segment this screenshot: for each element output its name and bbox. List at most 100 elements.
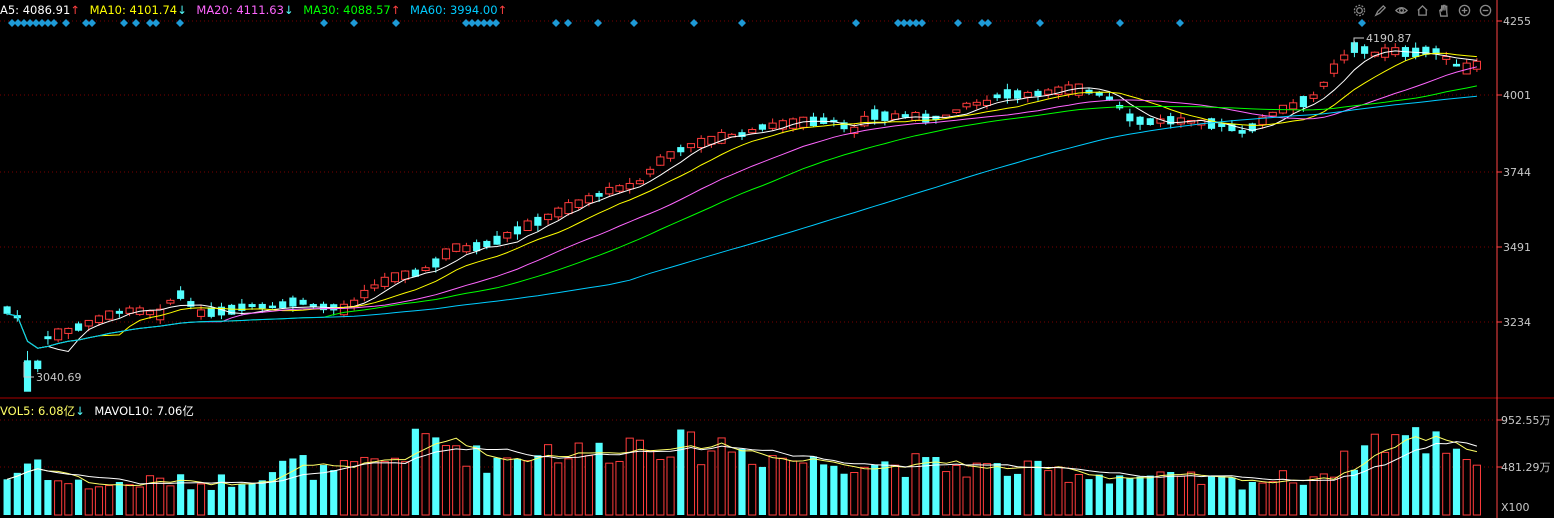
candle-body [543, 213, 553, 221]
candle-body [554, 207, 563, 218]
volume-bar [1452, 448, 1461, 515]
candle-body [523, 220, 532, 232]
event-marker [630, 19, 638, 27]
candle-body [258, 303, 266, 309]
volume-bar [666, 456, 675, 516]
event-marker [120, 19, 128, 27]
candle-body [615, 185, 624, 192]
volume-bar [1116, 475, 1124, 515]
volume-bar [238, 484, 246, 515]
candle-body [483, 240, 491, 248]
event-marker [984, 19, 992, 27]
price-tick-label: 3491 [1503, 241, 1531, 254]
candle-body [34, 360, 42, 370]
candle-body [1309, 94, 1318, 99]
volume-bar [207, 489, 215, 515]
volume-bar [758, 466, 766, 515]
candle-body [370, 284, 379, 289]
volume-bar [309, 479, 317, 515]
price-tick-label: 4255 [1503, 15, 1531, 28]
volume-bar [1238, 489, 1246, 515]
volume-bar [901, 476, 909, 515]
candle-body [758, 124, 766, 130]
volume-bar [717, 437, 726, 516]
event-marker [492, 19, 500, 27]
candle-body [871, 109, 879, 120]
volume-bar [135, 486, 144, 516]
candle-body [54, 328, 63, 341]
candle-body [922, 113, 930, 123]
ma5-line [6, 50, 1477, 353]
volume-bar [1156, 471, 1165, 516]
volume-bar [441, 445, 451, 516]
volume-bar [411, 428, 419, 515]
volume-bar [615, 460, 624, 516]
candle-body [380, 276, 389, 287]
candle-body [299, 299, 307, 305]
candle-body [595, 193, 603, 197]
volume-bar [1350, 469, 1358, 515]
candle-body [881, 111, 889, 121]
volume-bar [584, 455, 593, 516]
volume-bar [1370, 433, 1379, 516]
candle-body [115, 310, 123, 314]
volume-bar [1054, 466, 1063, 516]
volume-bar [350, 461, 359, 516]
candle-body [421, 267, 430, 272]
volume-bar [1289, 482, 1298, 516]
candle-body [534, 216, 542, 226]
candle-body [1319, 81, 1328, 87]
volume-bar [228, 486, 236, 515]
price-tick-label: 4001 [1503, 89, 1531, 102]
candle-body [564, 202, 573, 215]
volume-bar [1064, 481, 1073, 516]
candle-body [666, 151, 675, 159]
candle-body [656, 156, 665, 166]
volume-bar [993, 463, 1001, 515]
volume-bar [258, 480, 266, 515]
volume-bar [788, 460, 798, 516]
volume-bar [1422, 453, 1430, 515]
volume-bar [1361, 445, 1369, 515]
event-marker [1176, 19, 1184, 27]
kline-chart[interactable]: 4255 4001 3744 3491 3234 952.55万 481.29万 X100 4… [0, 0, 1554, 518]
volume-bar [1074, 473, 1083, 516]
volume-bar [217, 474, 226, 515]
volume-bar [1167, 472, 1175, 515]
volume-bar [187, 489, 195, 515]
event-marker [392, 19, 400, 27]
candle-body [625, 182, 634, 190]
volume-bar [840, 473, 848, 515]
volume-bar [707, 450, 716, 516]
candle-body [768, 122, 777, 129]
candle-body [1044, 89, 1053, 95]
candle-body [1136, 116, 1144, 125]
candle-body [686, 143, 696, 149]
volume-bar [799, 462, 808, 516]
candle-body [84, 319, 93, 327]
event-marker [132, 19, 140, 27]
volume-bar [370, 458, 379, 516]
volume-bar [1197, 483, 1206, 516]
volume-bar [1258, 482, 1267, 516]
volume-bar [972, 462, 981, 516]
event-marker [88, 19, 96, 27]
volume-bar [421, 433, 430, 516]
candle-body [207, 307, 215, 317]
volume-bar [646, 450, 655, 516]
price-axis: 4255 4001 3744 3491 3234 952.55万 481.29万 X100 [1496, 0, 1551, 518]
volume-bar [401, 461, 410, 516]
candle-body [1105, 96, 1114, 100]
event-marker [954, 19, 962, 27]
candle-body [289, 297, 297, 307]
volume-bar [677, 429, 685, 515]
candle-body [1289, 102, 1298, 110]
event-marker [1036, 19, 1044, 27]
volume-bar [115, 481, 123, 515]
volume-bar [268, 472, 277, 515]
candle-body [1126, 113, 1134, 122]
candle-body [279, 301, 287, 309]
candle-body [105, 310, 114, 320]
volume-bar [196, 483, 206, 516]
volume-bar [1340, 450, 1349, 516]
